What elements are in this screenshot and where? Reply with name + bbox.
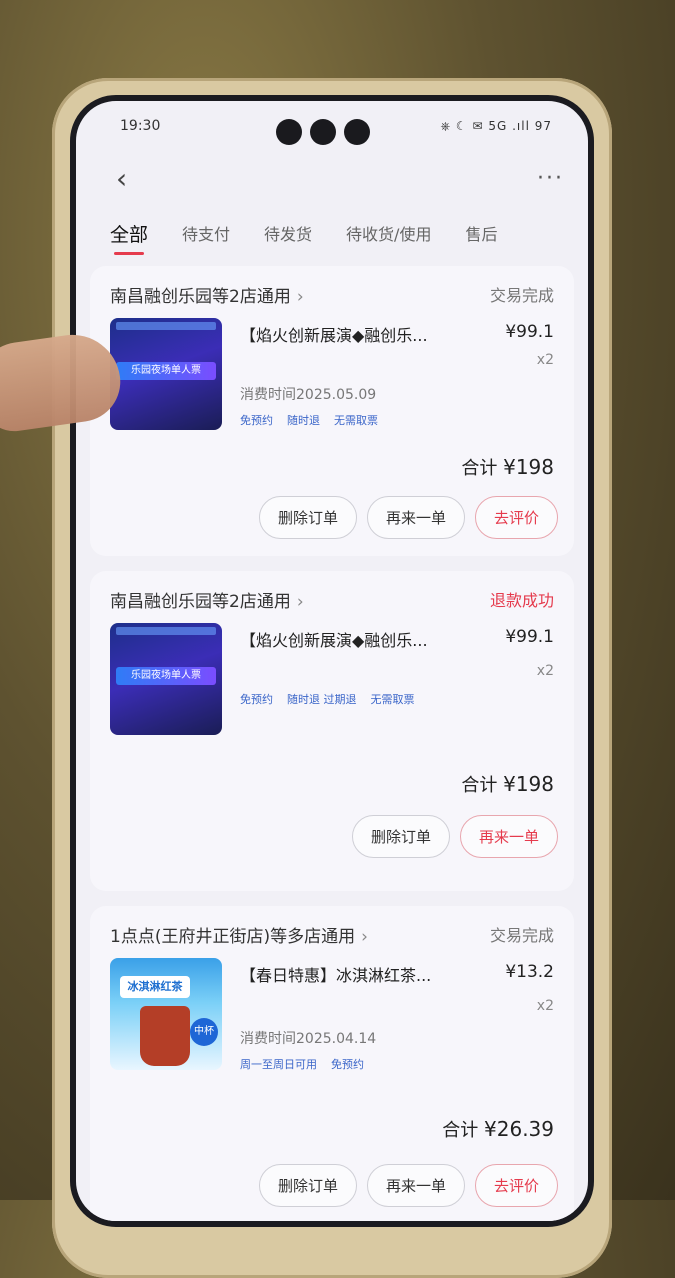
- tag: 无需取票: [370, 693, 415, 706]
- order-card[interactable]: 南昌融创乐园等2店通用 › 退款成功 乐园夜场单人票 【焰火创新展演◆融创乐...…: [90, 571, 574, 891]
- tag: 免预约: [240, 414, 273, 427]
- product-thumbnail[interactable]: 乐园夜场单人票: [110, 318, 222, 430]
- order-total: 合计 ¥198: [461, 772, 554, 796]
- order-status: 退款成功: [489, 591, 554, 610]
- store-name[interactable]: 1点点(王府井正街店)等多店通用 ›: [110, 922, 368, 947]
- status-icons: ⎈ ☾ ✉ 5G .ıll 97: [440, 118, 552, 133]
- order-total: 合计 ¥26.39: [442, 1117, 554, 1141]
- thumbnail-label: 冰淇淋红茶: [120, 976, 190, 998]
- product-qty: x2: [536, 352, 554, 368]
- thumbnail-banner: 乐园夜场单人票: [116, 667, 216, 685]
- order-status: 交易完成: [489, 926, 554, 945]
- product-thumbnail[interactable]: 冰淇淋红茶 中杯: [110, 958, 222, 1070]
- cup-image: [140, 1006, 190, 1066]
- product-title[interactable]: 【焰火创新展演◆融创乐...: [240, 627, 460, 651]
- delete-order-button[interactable]: 删除订单: [351, 815, 450, 858]
- order-total: 合计 ¥198: [461, 455, 554, 479]
- tag: 无需取票: [334, 414, 378, 427]
- more-icon[interactable]: ···: [537, 166, 564, 191]
- chevron-right-icon: ›: [296, 592, 304, 612]
- tag: 随时退 过期退: [287, 693, 357, 706]
- review-button[interactable]: 去评价: [474, 496, 558, 539]
- tag: 随时退: [287, 414, 320, 427]
- chevron-right-icon: ›: [361, 927, 368, 947]
- tab-pending-shipment[interactable]: 待发货: [264, 221, 312, 245]
- reorder-button[interactable]: 再来一单: [366, 1164, 465, 1207]
- delete-order-button[interactable]: 删除订单: [258, 496, 357, 539]
- nav-bar: ‹ ···: [76, 153, 588, 203]
- tab-all[interactable]: 全部: [110, 220, 148, 255]
- product-price: ¥99.1: [505, 627, 554, 647]
- camera-cutout: [276, 119, 370, 145]
- consume-time: 消费时间2025.05.09: [240, 387, 377, 403]
- chevron-right-icon: ›: [296, 287, 304, 307]
- review-button[interactable]: 去评价: [474, 1164, 558, 1207]
- store-name[interactable]: 南昌融创乐园等2店通用 ›: [110, 587, 304, 612]
- store-name[interactable]: 南昌融创乐园等2店通用 ›: [110, 282, 304, 307]
- order-tabs: 全部 待支付 待发货 待收货/使用 售后: [76, 211, 588, 255]
- product-thumbnail[interactable]: 乐园夜场单人票: [110, 623, 222, 735]
- order-card[interactable]: 南昌融创乐园等2店通用 › 交易完成 乐园夜场单人票 【焰火创新展演◆融创乐...…: [90, 266, 574, 556]
- delete-order-button[interactable]: 删除订单: [258, 1164, 357, 1207]
- clock: 19:30: [120, 118, 161, 134]
- reorder-button[interactable]: 再来一单: [459, 815, 558, 858]
- consume-time: 消费时间2025.04.14: [240, 1031, 377, 1047]
- tab-pending-receipt[interactable]: 待收货/使用: [346, 221, 431, 245]
- reorder-button[interactable]: 再来一单: [366, 496, 465, 539]
- back-icon[interactable]: ‹: [116, 162, 127, 195]
- order-actions: 删除订单 再来一单 去评价: [258, 496, 558, 539]
- order-tags: 周一至周日可用 免预约: [240, 1056, 364, 1072]
- order-actions: 删除订单 再来一单 去评价: [258, 1164, 558, 1207]
- product-qty: x2: [536, 663, 554, 679]
- tag: 免预约: [331, 1058, 364, 1071]
- tab-after-sales[interactable]: 售后: [465, 221, 497, 245]
- product-price: ¥13.2: [505, 962, 554, 982]
- order-actions: 删除订单 再来一单: [351, 815, 558, 858]
- product-price: ¥99.1: [505, 322, 554, 342]
- tag: 周一至周日可用: [240, 1058, 317, 1071]
- thumbnail-banner: 乐园夜场单人票: [116, 362, 216, 380]
- order-card[interactable]: 1点点(王府井正街店)等多店通用 › 交易完成 冰淇淋红茶 中杯 【春日特惠】冰淇…: [90, 906, 574, 1221]
- order-tags: 免预约 随时退 过期退 无需取票: [240, 691, 415, 707]
- product-title[interactable]: 【春日特惠】冰淇淋红茶...: [240, 962, 460, 986]
- phone-screen: 19:30 ⎈ ☾ ✉ 5G .ıll 97 ‹ ··· 全部 待支付 待发货 …: [70, 95, 594, 1227]
- order-status: 交易完成: [489, 286, 554, 305]
- order-tags: 免预约 随时退 无需取票: [240, 412, 378, 428]
- product-title[interactable]: 【焰火创新展演◆融创乐...: [240, 322, 460, 346]
- tag: 免预约: [240, 693, 273, 706]
- tab-pending-payment[interactable]: 待支付: [182, 221, 230, 245]
- product-qty: x2: [536, 998, 554, 1014]
- size-badge: 中杯: [190, 1018, 218, 1046]
